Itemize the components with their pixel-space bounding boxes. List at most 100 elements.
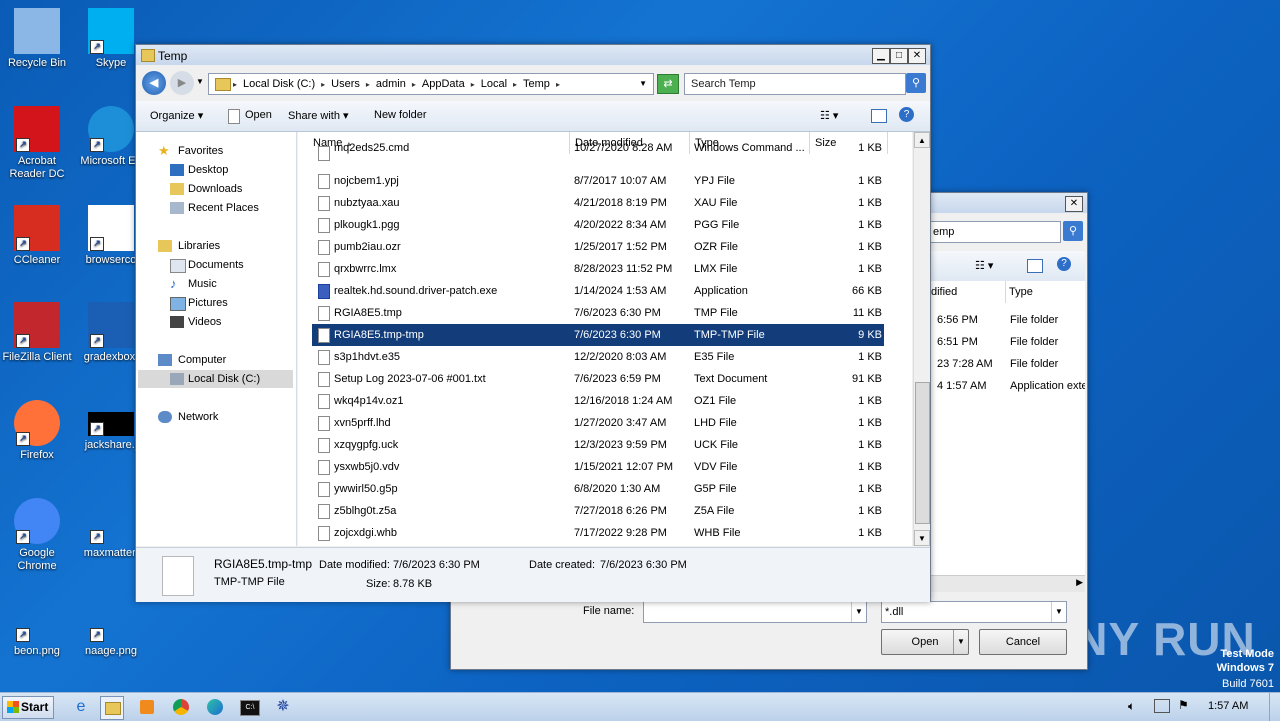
nav-libraries[interactable]: Libraries [136,237,296,255]
help-icon[interactable]: ? [899,107,914,122]
cmd-taskbar-icon[interactable]: C:\ [238,696,260,718]
file-row[interactable]: xzqygpfg.uck 12/3/2023 9:59 PM UCK File 1 K… [312,434,884,456]
explorer-taskbar-icon[interactable] [100,696,124,720]
file-row[interactable]: ywwirl50.g5p 6/8/2020 1:30 AM G5P File 1 KB [312,478,884,500]
nav-videos[interactable]: Videos [136,313,296,331]
refresh-button[interactable]: ⇄ [657,74,679,94]
minimize-button[interactable]: ▁ [872,48,890,64]
maximize-button[interactable]: □ [890,48,908,64]
file-name-dropdown-icon[interactable]: ▼ [851,602,866,622]
breadcrumb-item[interactable]: AppData [422,74,465,94]
nav-documents[interactable]: Documents [136,256,296,274]
search-icon[interactable]: ⚲ [906,73,926,93]
file-row[interactable]: zojcxdgi.whb 7/17/2022 9:28 PM WHB File 1 K… [312,522,884,544]
nav-downloads[interactable]: Downloads [136,180,296,198]
file-row[interactable]: RGIA8E5.tmp 7/6/2023 6:30 PM TMP File 11 KB [312,302,884,324]
scroll-up-arrow[interactable]: ▲ [914,132,930,148]
file-row[interactable]: ysxwb5j0.vdv 1/15/2021 12:07 PM VDV File 1 … [312,456,884,478]
dialog-col-type[interactable]: Type [1009,281,1085,303]
breadcrumb-separator-icon[interactable]: ▸ [233,80,237,89]
media-player-taskbar-icon[interactable] [136,696,158,718]
close-button[interactable]: ✕ [908,48,926,64]
file-row[interactable]: Setup Log 2023-07-06 #001.txt 7/6/2023 6:… [312,368,884,390]
dialog-file-row[interactable]: 23 7:28 AM File folder [931,353,1085,375]
breadcrumb-separator-icon[interactable]: ▸ [513,80,517,89]
breadcrumb-item[interactable]: Temp [523,74,550,94]
file-row[interactable]: nojcbem1.ypj 8/7/2017 10:07 AM YPJ File 1 K… [312,170,884,192]
file-name-input[interactable]: ▼ [643,601,867,623]
desktop-icon-firefox[interactable]: ↗ Firefox [0,400,74,462]
nav-favorites[interactable]: ★ Favorites [136,142,296,160]
dialog-search-box[interactable]: emp [929,221,1061,243]
file-type-dropdown-icon[interactable]: ▼ [1051,602,1066,622]
desktop-icon-acrobat-reader[interactable]: ↗ Acrobat Reader DC [0,106,74,181]
file-list-scrollbar[interactable]: ▲ ▼ [913,132,930,546]
back-button[interactable]: ◀ [142,71,166,95]
dialog-search-icon[interactable]: ⚲ [1063,221,1083,241]
nav-computer[interactable]: Computer [136,351,296,369]
breadcrumb-item[interactable]: Local [481,74,507,94]
file-row[interactable]: pumb2iau.ozr 1/25/2017 1:52 PM OZR File 1 K… [312,236,884,258]
file-row[interactable]: s3p1hdvt.e35 12/2/2020 8:03 AM E35 File 1 K… [312,346,884,368]
dialog-close-button[interactable]: ✕ [1065,196,1083,212]
breadcrumb-separator-icon[interactable]: ▸ [321,80,325,89]
speaker-tray-icon[interactable]: 🔈︎ [1128,699,1135,714]
ie-taskbar-icon[interactable]: e [70,696,92,718]
desktop-icon-ccleaner[interactable]: ↗ CCleaner [0,205,74,267]
desktop-icon-filezilla[interactable]: ↗ FileZilla Client [0,302,74,364]
desktop-icon-recycle-bin[interactable]: Recycle Bin [0,8,74,70]
breadcrumb-item[interactable]: Local Disk (C:) [243,74,315,94]
nav-local-disk[interactable]: Local Disk (C:) [138,370,293,388]
breadcrumb-separator-icon[interactable]: ▸ [366,80,370,89]
file-row[interactable]: z5blhg0t.z5a 7/27/2018 6:26 PM Z5A File 1 K… [312,500,884,522]
dialog-hscroll[interactable]: ▶ [931,575,1085,592]
file-row[interactable]: nubztyaa.xau 4/21/2018 8:19 PM XAU File 1 K… [312,192,884,214]
show-desktop-button[interactable] [1269,693,1280,721]
forward-button[interactable]: ▶ [170,71,194,95]
breadcrumb-separator-icon[interactable]: ▸ [412,80,416,89]
breadcrumb-separator-icon[interactable]: ▸ [556,80,560,89]
clock[interactable]: 1:57 AM [1208,700,1248,712]
address-dropdown-icon[interactable]: ▼ [639,79,647,88]
file-row[interactable]: plkougk1.pgg 4/20/2022 8:34 AM PGG File 1 K… [312,214,884,236]
file-row[interactable]: xvn5prff.lhd 1/27/2020 3:47 AM LHD File 1 K… [312,412,884,434]
dialog-cancel-button[interactable]: Cancel [979,629,1067,655]
dialog-views-icon[interactable]: ☷ ▾ [975,259,993,272]
organize-button[interactable]: Organize ▾ [150,109,203,122]
dialog-file-row[interactable]: 6:56 PM File folder [931,309,1085,331]
desktop-icon-naage-png[interactable]: ↗ naage.png [74,596,148,658]
nav-recent-places[interactable]: Recent Places [136,199,296,217]
file-row[interactable]: wkq4p14v.oz1 12/16/2018 1:24 AM OZ1 File 1 … [312,390,884,412]
dialog-open-button[interactable]: Open ▼ [881,629,969,655]
nav-desktop[interactable]: Desktop [136,161,296,179]
scroll-down-arrow[interactable]: ▼ [914,530,930,546]
dialog-file-row[interactable]: 6:51 PM File folder [931,331,1085,353]
desktop-icon-beon-png[interactable]: ↗ beon.png [0,596,74,658]
dialog-help-icon[interactable]: ? [1057,257,1071,271]
breadcrumb-item[interactable]: Users [331,74,360,94]
nav-network[interactable]: Network [136,408,296,426]
battery-tray-icon[interactable] [1154,699,1170,713]
recent-pages-icon[interactable]: ▼ [196,77,204,86]
start-button[interactable]: Start [2,696,54,719]
nav-pictures[interactable]: Pictures [136,294,296,312]
app-taskbar-icon[interactable]: ✵ [272,696,294,718]
edge-taskbar-icon[interactable] [204,696,226,718]
dialog-preview-icon[interactable] [1027,259,1043,273]
breadcrumb-separator-icon[interactable]: ▸ [471,80,475,89]
desktop-icon-google-chrome[interactable]: ↗ Google Chrome [0,498,74,573]
breadcrumb-item[interactable]: admin [376,74,406,94]
file-row[interactable]: RGIA8E5.tmp-tmp 7/6/2023 6:30 PM TMP-TMP F… [312,324,884,346]
file-row[interactable]: mq2eds25.cmd 10/27/2020 8:28 AM Windows Co… [312,142,884,161]
file-type-select[interactable]: *.dll ▼ [881,601,1067,623]
nav-music[interactable]: ♪ Music [136,275,296,293]
file-row[interactable]: qrxbwrrc.lmx 8/28/2023 11:52 PM LMX File 1 … [312,258,884,280]
dialog-file-row[interactable]: 4 1:57 AM Application exte [931,375,1085,397]
open-button[interactable]: Open [245,109,272,121]
chrome-taskbar-icon[interactable] [170,696,192,718]
scroll-thumb[interactable] [915,382,930,524]
share-with-button[interactable]: Share with ▾ [288,109,349,122]
flag-tray-icon[interactable]: ⚑ [1178,698,1189,712]
change-view-icon[interactable]: ☷ ▾ [820,109,838,122]
new-folder-button[interactable]: New folder [374,109,427,121]
